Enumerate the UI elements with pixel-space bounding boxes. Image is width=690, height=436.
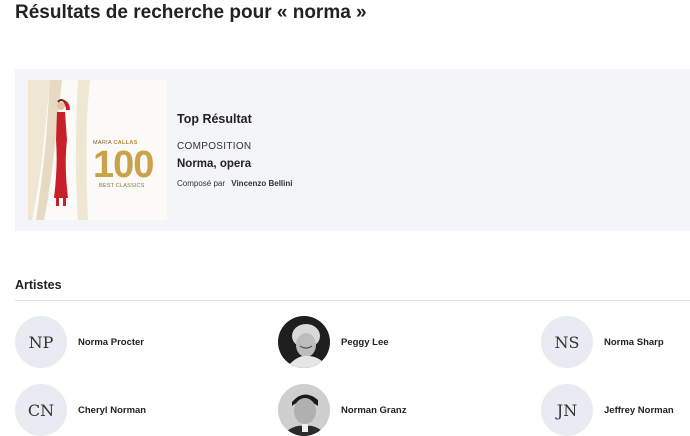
page-title: Résultats de recherche pour « norma »	[15, 2, 367, 23]
avatar	[278, 316, 330, 368]
artist-item[interactable]: JN Jeffrey Norman	[541, 384, 674, 436]
top-result-title[interactable]: Norma, opera	[177, 158, 251, 170]
artist-photo	[278, 316, 330, 368]
avatar	[278, 384, 330, 436]
artists-section-title: Artistes	[15, 278, 62, 292]
avatar-initials: NS	[554, 332, 580, 352]
artist-name: Jeffrey Norman	[604, 404, 674, 416]
avatar: CN	[15, 384, 67, 436]
album-cover[interactable]: MARIA CALLAS 100 BEST CLASSICS	[28, 80, 167, 220]
composer-prefix: Composé par	[177, 179, 226, 188]
artist-name: Norman Granz	[341, 404, 407, 416]
avatar: NP	[15, 316, 67, 368]
artist-item[interactable]: NP Norma Procter	[15, 316, 144, 368]
artist-name: Norma Procter	[78, 336, 144, 348]
top-result-card[interactable]: MARIA CALLAS 100 BEST CLASSICS Top Résul…	[15, 69, 690, 231]
avatar-initials: JN	[556, 400, 578, 420]
artist-photo	[278, 384, 330, 436]
artist-item[interactable]: NS Norma Sharp	[541, 316, 664, 368]
artist-item[interactable]: CN Cheryl Norman	[15, 384, 146, 436]
artist-item[interactable]: Norman Granz	[278, 384, 406, 436]
composer-link[interactable]: Vincenzo Bellini	[231, 179, 292, 188]
avatar-initials: CN	[27, 400, 55, 420]
top-result-label: Top Résultat	[177, 112, 252, 126]
artist-name: Norma Sharp	[604, 336, 664, 348]
top-result-composer: Composé par Vincenzo Bellini	[177, 179, 292, 188]
cover-subtitle: BEST CLASSICS	[99, 183, 145, 189]
artist-name: Peggy Lee	[341, 336, 389, 348]
avatar-initials: NP	[28, 332, 54, 352]
cover-number: 100	[93, 144, 154, 186]
artist-name: Cheryl Norman	[78, 404, 147, 416]
avatar: NS	[541, 316, 593, 368]
top-result-type: COMPOSITION	[177, 141, 252, 152]
artist-item[interactable]: Peggy Lee	[278, 316, 389, 368]
section-divider	[15, 300, 690, 301]
avatar: JN	[541, 384, 593, 436]
